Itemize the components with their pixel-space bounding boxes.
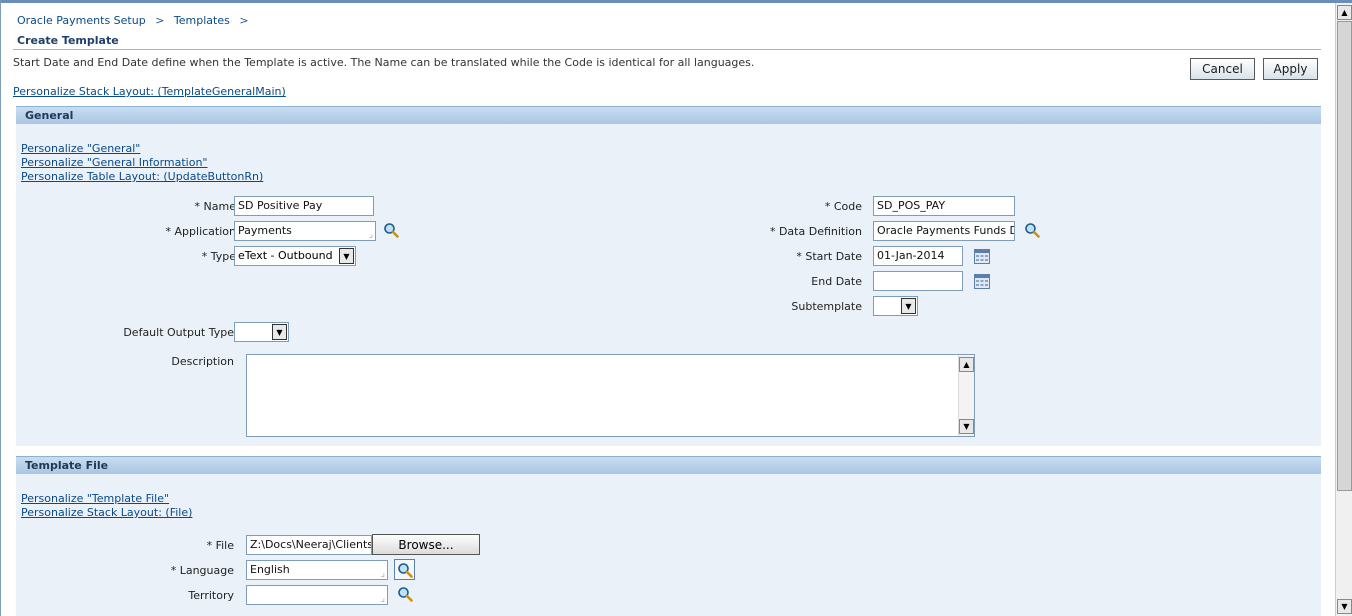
language-search-icon [398, 563, 413, 578]
browse-button[interactable]: Browse... [372, 534, 480, 555]
territory-label: Territory [188, 589, 234, 602]
title-divider [13, 49, 1321, 50]
scrollbar-thumb[interactable] [1337, 21, 1352, 491]
application-field[interactable]: Payments ⌟ [234, 221, 376, 241]
start-date-label: * Start Date [796, 250, 862, 263]
description-scrollbar[interactable]: ▲ ▼ [958, 355, 974, 436]
subtemplate-select[interactable]: ▼ [873, 296, 918, 316]
code-label: * Code [824, 200, 862, 213]
data-definition-label: * Data Definition [769, 225, 862, 238]
chevron-down-icon: ▼ [339, 248, 354, 264]
file-field[interactable]: Z:\Docs\Neeraj\Clients\Sm [246, 535, 372, 555]
type-select[interactable]: eText - Outbound ▼ [234, 246, 356, 266]
data-definition-field[interactable]: Oracle Payments Funds D [873, 221, 1015, 241]
start-date-field[interactable]: 01-Jan-2014 [873, 246, 963, 266]
data-definition-search-icon[interactable] [1024, 222, 1040, 238]
language-field[interactable]: English ⌟ [246, 560, 388, 580]
type-value: eText - Outbound [238, 249, 333, 262]
end-date-label: End Date [811, 275, 862, 288]
code-field[interactable]: SD_POS_PAY [873, 196, 1015, 216]
personalize-stack-layout-link[interactable]: Personalize Stack Layout: (TemplateGener… [13, 85, 286, 98]
end-date-field[interactable] [873, 271, 963, 291]
general-section-header: General [16, 106, 1321, 124]
page-title: Create Template [17, 34, 119, 47]
description-textarea[interactable]: ▲ ▼ [246, 354, 975, 437]
language-search-button[interactable] [394, 559, 415, 580]
breadcrumb-templates[interactable]: Templates [174, 14, 230, 27]
personalize-general-information-link[interactable]: Personalize "General Information" [21, 156, 208, 169]
breadcrumb-separator: > [155, 14, 165, 27]
name-label: * Name [194, 200, 236, 213]
description-label: Description [171, 355, 234, 368]
page-scrollbar[interactable]: ▲ ▼ [1335, 3, 1352, 616]
chevron-down-icon: ▼ [272, 324, 287, 340]
default-output-type-select[interactable]: ▼ [234, 322, 289, 342]
scroll-up-icon[interactable]: ▲ [1337, 5, 1352, 20]
scroll-down-icon[interactable]: ▼ [959, 419, 974, 434]
territory-search-icon[interactable] [397, 586, 413, 602]
name-field[interactable]: SD Positive Pay [234, 196, 374, 216]
application-search-icon[interactable] [383, 222, 399, 238]
cancel-button[interactable]: Cancel [1190, 58, 1255, 80]
personalize-table-layout-link[interactable]: Personalize Table Layout: (UpdateButtonR… [21, 170, 263, 183]
general-section: General Personalize "General" Personaliz… [16, 106, 1321, 446]
subtemplate-label: Subtemplate [791, 300, 862, 313]
end-date-calendar-icon[interactable] [974, 274, 990, 289]
breadcrumb-separator: > [239, 14, 249, 27]
breadcrumb: Oracle Payments Setup > Templates > [17, 14, 255, 27]
resize-grip-icon: ⌟ [368, 230, 373, 240]
template-file-section: Template File Personalize "Template File… [16, 456, 1321, 616]
scroll-up-icon[interactable]: ▲ [959, 357, 974, 372]
template-file-section-header: Template File [16, 456, 1321, 474]
resize-grip-icon: ⌟ [380, 569, 385, 579]
application-label: * Application [165, 225, 236, 238]
personalize-stack-layout-file-link[interactable]: Personalize Stack Layout: (File) [21, 506, 192, 519]
language-label: * Language [170, 564, 234, 577]
page-instruction: Start Date and End Date define when the … [13, 56, 755, 69]
apply-button[interactable]: Apply [1263, 58, 1318, 80]
scroll-down-icon[interactable]: ▼ [1337, 599, 1352, 614]
personalize-general-link[interactable]: Personalize "General" [21, 142, 140, 155]
chevron-down-icon: ▼ [901, 298, 916, 314]
type-label: * Type [201, 250, 236, 263]
start-date-calendar-icon[interactable] [974, 249, 990, 264]
page-frame: Oracle Payments Setup > Templates > Crea… [0, 0, 1352, 616]
default-output-type-label: Default Output Type [123, 326, 234, 339]
personalize-template-file-link[interactable]: Personalize "Template File" [21, 492, 169, 505]
application-value: Payments [238, 224, 292, 237]
territory-field[interactable]: ⌟ [246, 585, 388, 605]
breadcrumb-oracle-payments-setup[interactable]: Oracle Payments Setup [17, 14, 146, 27]
language-value: English [250, 563, 290, 576]
resize-grip-icon: ⌟ [380, 594, 385, 604]
file-label: * File [206, 539, 234, 552]
